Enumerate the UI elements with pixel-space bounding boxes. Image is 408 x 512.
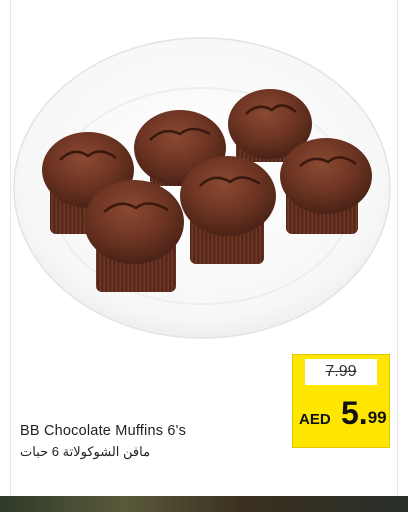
- product-name-en[interactable]: BB Chocolate Muffins 6's: [20, 423, 186, 439]
- new-price: 5.99: [341, 395, 387, 432]
- muffin: [180, 156, 276, 264]
- product-image[interactable]: [10, 0, 396, 350]
- old-price-box: 7.99: [305, 359, 377, 385]
- product-name-ar[interactable]: مافن الشوكولاتة 6 حبات: [20, 444, 150, 460]
- muffin: [84, 180, 184, 292]
- price-tag: 7.99 AED 5.99: [292, 354, 390, 448]
- new-price-whole: 5.: [341, 395, 368, 431]
- old-price: 7.99: [325, 363, 357, 380]
- next-product-image-strip[interactable]: [0, 496, 408, 512]
- currency-label: AED: [299, 411, 331, 428]
- new-price-fraction: 99: [367, 408, 387, 427]
